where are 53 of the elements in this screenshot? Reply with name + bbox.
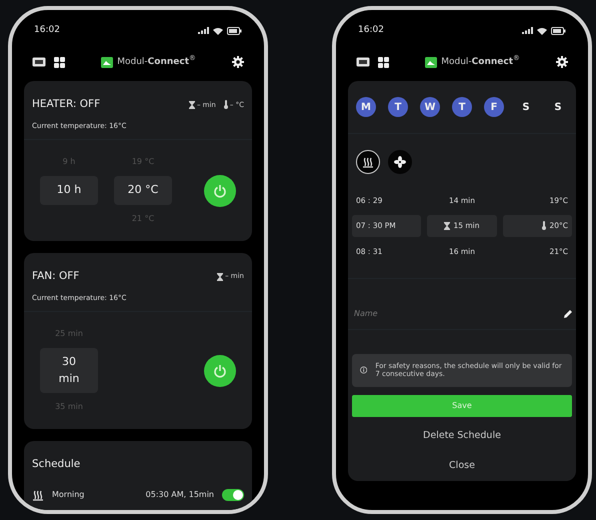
weekday-toggle[interactable]: T: [388, 97, 408, 117]
signal-icon: [522, 27, 533, 34]
heater-icon: [32, 488, 44, 501]
schedule-name: Morning: [52, 488, 84, 501]
wifi-icon: [213, 26, 223, 35]
hourglass-icon: [444, 222, 450, 230]
wifi-icon: [537, 26, 547, 35]
info-icon: [360, 365, 368, 376]
settings-icon[interactable]: [232, 56, 244, 68]
battery-icon: [227, 26, 242, 35]
logo-icon: [101, 56, 114, 68]
thermometer-icon: [542, 221, 546, 230]
battery-icon: [551, 26, 566, 35]
device-status: FAN: OFF: [32, 268, 80, 284]
weekday-toggle[interactable]: S: [548, 97, 568, 117]
device-status: HEATER: OFF: [32, 97, 100, 112]
picker-value[interactable]: 30 min: [40, 348, 98, 393]
picker-value[interactable]: 20 °C: [114, 176, 172, 205]
grid-icon[interactable]: [378, 56, 389, 68]
weekday-toggle[interactable]: F: [484, 97, 504, 117]
3d-view-icon[interactable]: [32, 57, 46, 68]
picker-value[interactable]: 10 h: [40, 176, 98, 205]
grid-icon[interactable]: [54, 56, 65, 68]
weekday-toggle[interactable]: M: [356, 97, 376, 117]
schedule-time: 05:30 AM, 15min: [146, 488, 214, 501]
app-logo-text: Modul-Connect$^{®}$: [117, 56, 196, 68]
text-button[interactable]: Close: [439, 454, 485, 478]
text-button[interactable]: Delete Schedule: [413, 424, 511, 447]
hourglass-icon: [217, 272, 224, 281]
status-time: 16:02: [358, 24, 384, 37]
power-icon: [213, 364, 227, 378]
power-icon: [213, 184, 227, 198]
weekday-toggle[interactable]: W: [420, 97, 440, 117]
section-title: Schedule: [31, 457, 82, 472]
fan-icon: [394, 156, 406, 168]
settings-icon[interactable]: [556, 56, 568, 68]
status-time: 16:02: [34, 24, 60, 37]
toggle-switch[interactable]: [222, 488, 244, 501]
logo-icon: [425, 56, 438, 68]
fan-mode-button[interactable]: [388, 150, 412, 174]
power-button[interactable]: [204, 174, 236, 206]
heater-icon: [362, 156, 374, 168]
3d-view-icon[interactable]: [356, 57, 370, 68]
app-logo-text: Modul-Connect$^{®}$: [441, 56, 520, 68]
power-button[interactable]: [204, 354, 236, 386]
heater-mode-button[interactable]: [356, 150, 380, 174]
name-field[interactable]: Name: [352, 306, 564, 321]
thermometer-icon: [224, 100, 228, 110]
hourglass-icon: [188, 100, 195, 109]
weekday-toggle[interactable]: T: [452, 97, 472, 117]
weekday-toggle[interactable]: S: [516, 97, 536, 117]
signal-icon: [198, 27, 209, 34]
pencil-icon[interactable]: [564, 310, 572, 318]
